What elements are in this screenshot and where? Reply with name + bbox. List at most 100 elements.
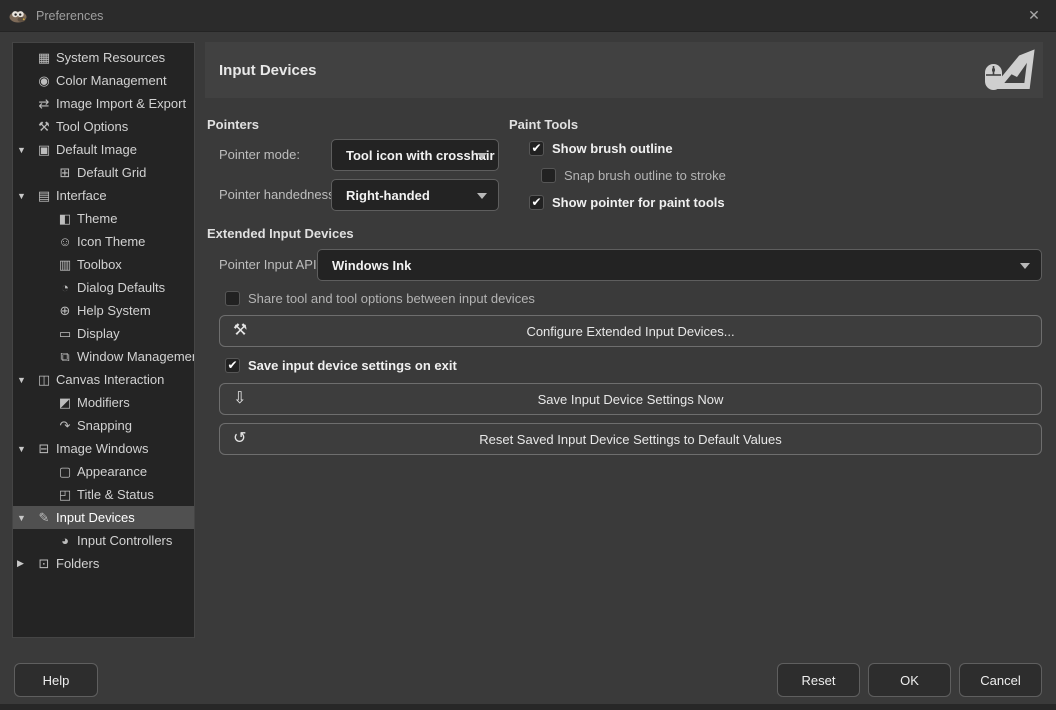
sidebar-item-canvas-interaction[interactable]: ▼◫Canvas Interaction	[13, 368, 194, 391]
expander-down-icon[interactable]: ▼	[17, 444, 35, 454]
sidebar-item-label: Image Import & Export	[56, 96, 186, 111]
input-devices-icon	[981, 48, 1035, 97]
sidebar-item-display[interactable]: ▭Display	[13, 322, 194, 345]
sidebar-item-label: Window Management	[77, 349, 195, 364]
sidebar-item-theme[interactable]: ◧Theme	[13, 207, 194, 230]
reset-button[interactable]: Reset	[777, 663, 860, 697]
sidebar-item-toolbox[interactable]: ▥Toolbox	[13, 253, 194, 276]
input-devices-icon: ✎	[35, 510, 53, 526]
sidebar-item-label: Snapping	[77, 418, 132, 433]
pointer-handedness-value: Right-handed	[346, 188, 430, 203]
theme-icon: ◧	[56, 211, 74, 227]
sidebar-item-label: Image Windows	[56, 441, 148, 456]
expander-down-icon[interactable]: ▼	[17, 191, 35, 201]
modifiers-icon: ◩	[56, 395, 74, 411]
snapping-icon: ↷	[56, 418, 74, 434]
close-button[interactable]: ✕	[1012, 0, 1056, 31]
sidebar-item-label: Folders	[56, 556, 99, 571]
ok-button[interactable]: OK	[868, 663, 951, 697]
show-brush-outline-checkbox[interactable]: Show brush outline	[529, 140, 673, 156]
share-tool-options-checkbox[interactable]: Share tool and tool options between inpu…	[225, 290, 535, 306]
pointer-input-api-select[interactable]: Windows Ink	[317, 249, 1042, 281]
sidebar-item-label: Color Management	[56, 73, 167, 88]
pointer-mode-label: Pointer mode:	[219, 147, 300, 163]
sidebar-item-label: Canvas Interaction	[56, 372, 164, 387]
help-button[interactable]: Help	[14, 663, 98, 697]
sidebar-item-label: Toolbox	[77, 257, 122, 272]
sidebar-item-label: Default Image	[56, 142, 137, 157]
sidebar-item-label: System Resources	[56, 50, 165, 65]
sidebar-item-label: Dialog Defaults	[77, 280, 165, 295]
expander-down-icon[interactable]: ▼	[17, 375, 35, 385]
sidebar-item-image-import-export[interactable]: ⇄Image Import & Export	[13, 92, 194, 115]
reset-saved-input-device-settings-button[interactable]: ↺ Reset Saved Input Device Settings to D…	[219, 423, 1042, 455]
checkbox-icon	[541, 168, 556, 183]
checkbox-label: Snap brush outline to stroke	[564, 168, 726, 183]
titlebar: Preferences ✕	[0, 0, 1056, 32]
wrench-screwdriver-icon: ⚒	[233, 323, 247, 339]
reset-icon: ↺	[233, 431, 246, 447]
folders-icon: ⊡	[35, 556, 53, 572]
checkbox-label: Show brush outline	[552, 141, 673, 156]
sidebar-item-label: Modifiers	[77, 395, 130, 410]
pointer-handedness-select[interactable]: Right-handed	[331, 179, 499, 211]
color-management-icon: ◉	[35, 73, 53, 89]
snap-brush-outline-checkbox[interactable]: Snap brush outline to stroke	[541, 167, 726, 183]
sidebar-item-snapping[interactable]: ↷Snapping	[13, 414, 194, 437]
show-pointer-paint-tools-checkbox[interactable]: Show pointer for paint tools	[529, 194, 725, 210]
sidebar-item-input-controllers[interactable]: ◕Input Controllers	[13, 529, 194, 552]
sidebar-item-label: Theme	[77, 211, 117, 226]
sidebar-item-default-grid[interactable]: ⊞Default Grid	[13, 161, 194, 184]
help-system-icon: ⊕	[56, 303, 74, 319]
pointer-mode-value: Tool icon with crosshair	[346, 148, 495, 163]
grid-icon: ⊞	[56, 165, 74, 181]
gimp-logo-icon	[9, 9, 28, 23]
sidebar-item-tool-options[interactable]: ⚒Tool Options	[13, 115, 194, 138]
button-label: Configure Extended Input Devices...	[526, 324, 734, 339]
extended-input-devices-heading: Extended Input Devices	[207, 226, 354, 241]
sidebar-item-icon-theme[interactable]: ☺Icon Theme	[13, 230, 194, 253]
appearance-icon: ▢	[56, 464, 74, 480]
sidebar-item-interface[interactable]: ▼▤Interface	[13, 184, 194, 207]
sidebar-item-label: Interface	[56, 188, 107, 203]
chevron-down-icon	[1020, 263, 1030, 269]
sidebar-item-label: Default Grid	[77, 165, 146, 180]
pointer-mode-select[interactable]: Tool icon with crosshair	[331, 139, 499, 171]
expander-right-icon[interactable]: ▶	[17, 558, 35, 569]
dialog-defaults-icon: ◔	[56, 280, 74, 295]
sidebar-item-window-management[interactable]: ⧉Window Management	[13, 345, 194, 368]
window-title: Preferences	[36, 9, 103, 23]
input-controllers-icon: ◕	[56, 533, 74, 548]
sidebar-item-help-system[interactable]: ⊕Help System	[13, 299, 194, 322]
sidebar-item-image-windows[interactable]: ▼⊟Image Windows	[13, 437, 194, 460]
sidebar-item-system-resources[interactable]: ▦System Resources	[13, 46, 194, 69]
sidebar-item-input-devices[interactable]: ▼✎Input Devices	[13, 506, 194, 529]
save-input-device-settings-now-button[interactable]: ⇩ Save Input Device Settings Now	[219, 383, 1042, 415]
button-label: Reset Saved Input Device Settings to Def…	[479, 432, 782, 447]
cancel-button[interactable]: Cancel	[959, 663, 1042, 697]
sidebar-item-color-management[interactable]: ◉Color Management	[13, 69, 194, 92]
sidebar-item-default-image[interactable]: ▼▣Default Image	[13, 138, 194, 161]
sidebar-item-appearance[interactable]: ▢Appearance	[13, 460, 194, 483]
sidebar-item-title-status[interactable]: ◰Title & Status	[13, 483, 194, 506]
chevron-down-icon	[477, 153, 487, 159]
sidebar-item-label: Title & Status	[77, 487, 154, 502]
sidebar-item-modifiers[interactable]: ◩Modifiers	[13, 391, 194, 414]
toolbox-icon: ▥	[56, 257, 74, 273]
expander-down-icon[interactable]: ▼	[17, 513, 35, 523]
paint-tools-heading: Paint Tools	[509, 117, 578, 132]
sidebar-item-label: Display	[77, 326, 120, 341]
sidebar-item-label: Help System	[77, 303, 151, 318]
configure-extended-input-devices-button[interactable]: ⚒ Configure Extended Input Devices...	[219, 315, 1042, 347]
expander-down-icon[interactable]: ▼	[17, 145, 35, 155]
page-title: Input Devices	[219, 62, 317, 79]
sidebar-item-label: Input Controllers	[77, 533, 172, 548]
checkbox-icon	[225, 291, 240, 306]
sidebar-item-folders[interactable]: ▶⊡Folders	[13, 552, 194, 575]
tool-options-icon: ⚒	[35, 119, 53, 135]
save-settings-on-exit-checkbox[interactable]: Save input device settings on exit	[225, 357, 457, 373]
checkbox-label: Save input device settings on exit	[248, 358, 457, 373]
sidebar-item-dialog-defaults[interactable]: ◔Dialog Defaults	[13, 276, 194, 299]
sidebar-item-label: Input Devices	[56, 510, 135, 525]
save-icon: ⇩	[233, 391, 246, 407]
